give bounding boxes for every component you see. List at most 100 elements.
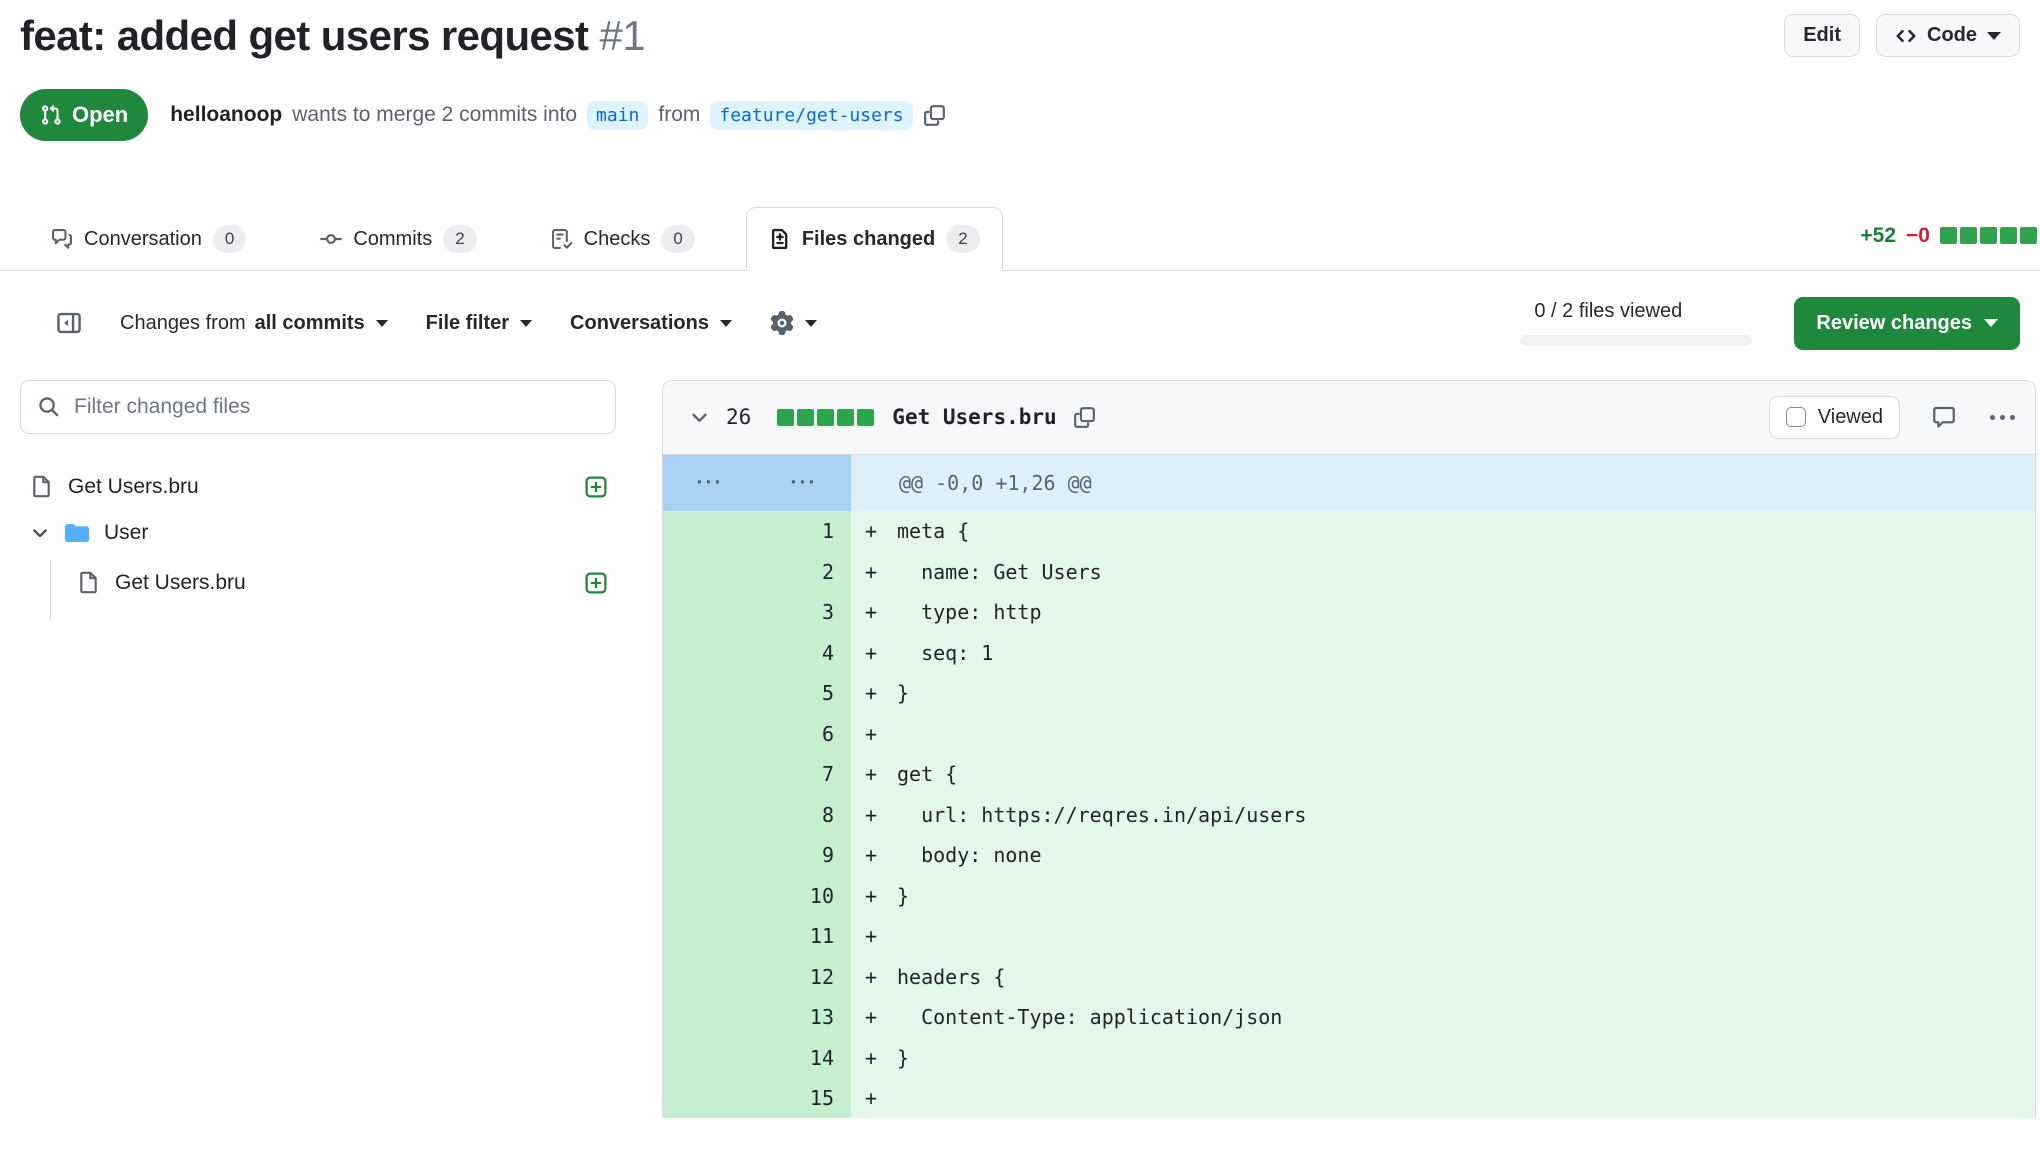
line-number-gutter: 1 [663,511,851,552]
review-changes-button[interactable]: Review changes [1794,297,2020,350]
diff-added-line: 10 +} [663,875,2035,916]
line-number[interactable]: 5 [822,681,834,705]
line-number[interactable]: 6 [822,722,834,746]
diff-added-line: 2 + name: Get Users [663,551,2035,592]
code-text: } [897,681,909,705]
diff-settings-dropdown[interactable] [770,311,817,335]
diff-header-actions: Viewed [1769,396,2017,439]
git-commit-icon [320,228,342,250]
file-tree-item-root-file[interactable]: Get Users.bru [20,464,616,510]
folder-icon [65,521,89,545]
file-tree-folder-user[interactable]: User [20,510,616,556]
head-branch-link[interactable]: feature/get-users [710,101,912,130]
tab-label: Checks [584,228,651,251]
file-tree-item-nested-file[interactable]: Get Users.bru [77,560,616,606]
filter-changed-files-box [20,380,616,434]
expand-hunk-up-button[interactable]: ··· [663,472,757,493]
line-number[interactable]: 12 [810,965,834,989]
line-number-gutter: 5 [663,673,851,714]
diff-added-line: 6 + [663,713,2035,754]
collapse-file-chevron-icon[interactable] [689,407,710,428]
copy-file-path-button[interactable] [1073,406,1096,429]
line-number-gutter: 6 [663,713,851,754]
viewed-toggle[interactable]: Viewed [1769,396,1900,439]
file-tree-item-label: Get Users.bru [115,571,569,595]
chevron-down-icon [1984,319,1998,327]
chevron-down-icon [30,523,50,543]
code-text: } [897,1046,909,1070]
filter-changed-files-input[interactable] [74,395,599,419]
line-number[interactable]: 14 [810,1046,834,1070]
diff-panel: 2 6 Get Users.bru Viewed ··· ··· [662,380,2036,1119]
comment-icon[interactable] [1932,405,1956,429]
addition-marker: + [865,1086,897,1110]
line-number[interactable]: 9 [822,843,834,867]
line-number[interactable]: 3 [822,600,834,624]
base-branch-link[interactable]: main [587,101,648,130]
hunk-gutter: ··· ··· [663,455,851,511]
diffstat-square [2000,227,2017,244]
files-changed-content: Get Users.bru User Ge [0,350,2040,1119]
diff-added-line: 11 + [663,916,2035,957]
line-number-gutter: 8 [663,794,851,835]
diff-added-line: 14 +} [663,1037,2035,1078]
code-text: body: none [897,843,1042,867]
additions-count: +52 [1860,224,1896,248]
addition-marker: + [865,641,897,665]
toolbar-left: Changes from all commits File filter Con… [56,310,817,336]
diffstat-square [2020,227,2037,244]
tab-checks[interactable]: Checks 0 [528,207,718,271]
line-number[interactable]: 15 [810,1086,834,1110]
addition-marker: + [865,600,897,624]
line-number[interactable]: 11 [810,924,834,948]
diffstat-square [777,409,794,426]
edit-button[interactable]: Edit [1784,14,1860,57]
chevron-down-icon [376,320,388,327]
line-number[interactable]: 8 [822,803,834,827]
line-number[interactable]: 2 [822,560,834,584]
code-text: name: Get Users [897,560,1102,584]
tab-conversation[interactable]: Conversation 0 [28,207,269,271]
review-changes-label: Review changes [1816,312,1972,335]
diff-lines: 1 +meta { 2 + name: Get Users 3 + type: … [663,511,2035,1119]
addition-marker: + [865,843,897,867]
line-number[interactable]: 1 [822,519,834,543]
code-text: get { [897,762,957,786]
line-number-gutter: 10 [663,875,851,916]
status-badge: Open [20,89,148,141]
diff-added-icon [584,475,608,499]
line-number[interactable]: 10 [810,884,834,908]
file-filter-dropdown[interactable]: File filter [426,312,532,335]
diffstat-square [857,409,874,426]
changes-from-dropdown[interactable]: Changes from all commits [120,312,388,335]
line-code: + [851,916,897,957]
file-tree-sidebar: Get Users.bru User Ge [20,380,616,620]
diffstat-square [817,409,834,426]
page-title: feat: added get users request #1 [20,10,645,61]
kebab-menu-icon[interactable] [1988,411,2017,424]
checklist-icon [551,228,573,250]
viewed-checkbox[interactable] [1786,407,1806,427]
expand-hunk-down-button[interactable]: ··· [757,472,851,493]
conversations-dropdown[interactable]: Conversations [570,312,732,335]
line-number[interactable]: 13 [810,1005,834,1029]
line-number-gutter: 13 [663,997,851,1038]
tab-files-changed[interactable]: Files changed 2 [746,207,1003,271]
line-number[interactable]: 7 [822,762,834,786]
addition-marker: + [865,519,897,543]
code-button[interactable]: Code [1876,14,2020,57]
viewed-label: Viewed [1818,406,1883,429]
tab-commits[interactable]: Commits 2 [297,207,499,271]
collapse-sidebar-button[interactable] [56,310,82,336]
tab-label: Files changed [802,228,935,251]
file-tree-children: Get Users.bru [50,560,616,620]
gear-icon [770,311,794,335]
copy-branch-button[interactable] [923,104,946,127]
line-number[interactable]: 4 [822,641,834,665]
author-link[interactable]: helloanoop [170,103,282,127]
line-code: + [851,713,897,754]
diff-file-name: Get Users.bru [892,405,1056,429]
line-number-gutter: 11 [663,916,851,957]
line-code: + type: http [851,592,1042,633]
hunk-header-row: ··· ··· @@ -0,0 +1,26 @@ [663,455,2035,511]
